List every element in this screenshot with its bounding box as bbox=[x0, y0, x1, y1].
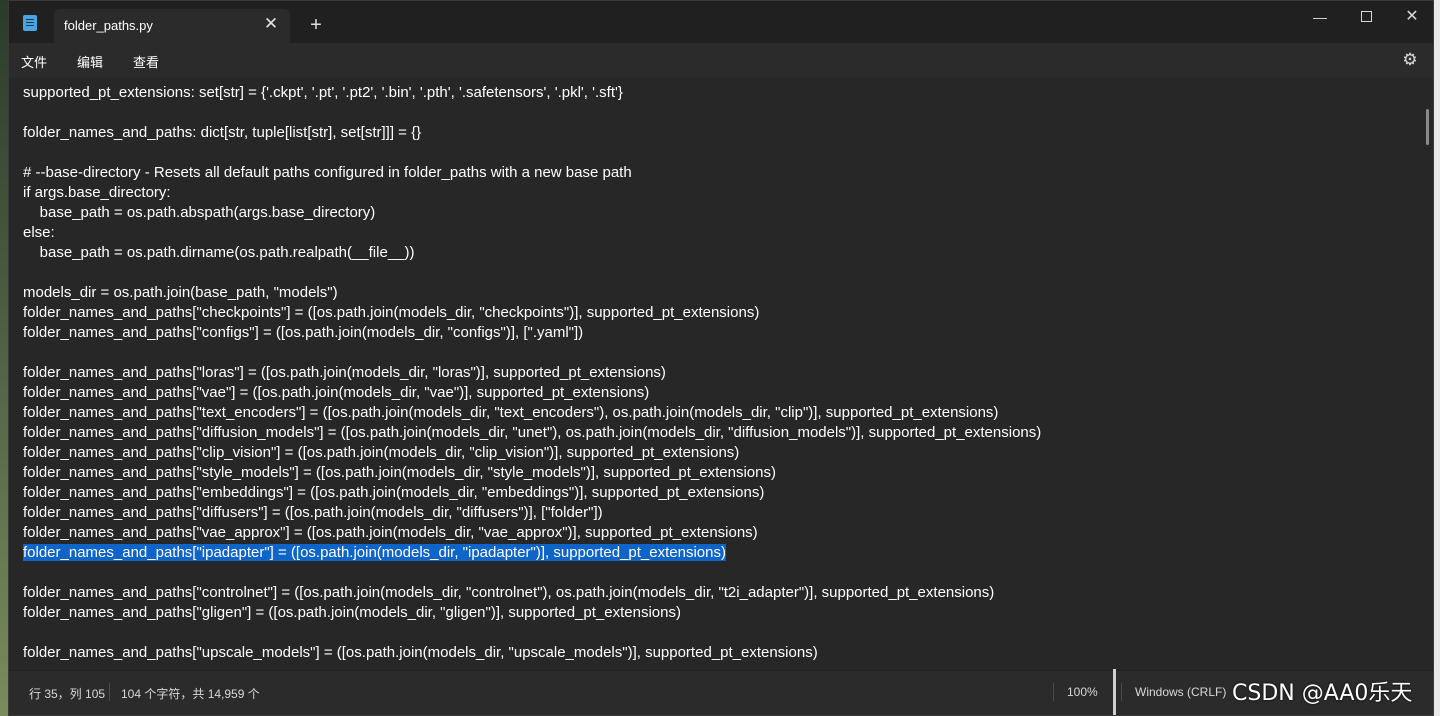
code-line-text: base_path = os.path.abspath(args.base_di… bbox=[23, 204, 376, 221]
code-line[interactable]: folder_names_and_paths["text_encoders"] … bbox=[23, 403, 1413, 423]
code-line-text: folder_names_and_paths["loras"] = ([os.p… bbox=[23, 364, 666, 381]
watermark: CSDN @AA0乐天 bbox=[1232, 681, 1413, 706]
code-line[interactable]: folder_names_and_paths["vae"] = ([os.pat… bbox=[23, 383, 1413, 403]
menu-view[interactable]: 查看 bbox=[133, 52, 159, 71]
code-line[interactable]: folder_names_and_paths["loras"] = ([os.p… bbox=[23, 363, 1413, 383]
code-line[interactable]: folder_names_and_paths["embeddings"] = (… bbox=[23, 483, 1413, 503]
code-line[interactable]: folder_names_and_paths["checkpoints"] = … bbox=[23, 303, 1413, 323]
code-line-text: folder_names_and_paths["text_encoders"] … bbox=[23, 404, 999, 421]
divider bbox=[1121, 683, 1122, 701]
code-line-text: folder_names_and_paths["ipadapter"] = ([… bbox=[23, 544, 726, 561]
close-window-button[interactable]: ✕ bbox=[1397, 7, 1427, 27]
code-line[interactable]: if args.base_directory: bbox=[23, 183, 1413, 203]
code-line-text: folder_names_and_paths["upscale_models"]… bbox=[23, 644, 818, 661]
code-line[interactable]: folder_names_and_paths: dict[str, tuple[… bbox=[23, 123, 1413, 143]
code-line-text: folder_names_and_paths: dict[str, tuple[… bbox=[23, 124, 422, 141]
code-line[interactable]: base_path = os.path.dirname(os.path.real… bbox=[23, 243, 1413, 263]
code-line[interactable] bbox=[23, 343, 1413, 363]
code-line[interactable] bbox=[23, 143, 1413, 163]
code-line-text: folder_names_and_paths["vae"] = ([os.pat… bbox=[23, 384, 650, 401]
code-line[interactable]: models_dir = os.path.join(base_path, "mo… bbox=[23, 283, 1413, 303]
text-editor[interactable]: supported_pt_extensions: set[str] = {'.c… bbox=[9, 77, 1433, 673]
menu-file[interactable]: 文件 bbox=[21, 52, 47, 71]
maximize-icon bbox=[1360, 11, 1372, 22]
code-line[interactable] bbox=[23, 623, 1413, 643]
notepad-window: folder_paths.py ✕ + — ✕ 文件 编辑 查看 ⚙ suppo… bbox=[8, 0, 1434, 716]
new-tab-button[interactable]: + bbox=[307, 15, 325, 35]
code-line[interactable]: folder_names_and_paths["diffusers"] = ([… bbox=[23, 503, 1413, 523]
code-line-text: models_dir = os.path.join(base_path, "mo… bbox=[23, 284, 338, 301]
code-line-text: else: bbox=[23, 224, 55, 241]
code-line[interactable]: else: bbox=[23, 223, 1413, 243]
code-line[interactable]: folder_names_and_paths["configs"] = ([os… bbox=[23, 323, 1413, 343]
code-line[interactable]: base_path = os.path.abspath(args.base_di… bbox=[23, 203, 1413, 223]
status-bar: 行 35，列 105 104 个字符，共 14,959 个 100% Windo… bbox=[9, 669, 1433, 715]
code-line[interactable]: folder_names_and_paths["upscale_models"]… bbox=[23, 643, 1413, 663]
cursor-position: 行 35，列 105 bbox=[29, 687, 106, 701]
divider bbox=[109, 683, 110, 701]
code-line-text: folder_names_and_paths["configs"] = ([os… bbox=[23, 324, 584, 341]
vertical-scrollbar[interactable] bbox=[1426, 109, 1429, 145]
code-line[interactable] bbox=[23, 263, 1413, 283]
code-line[interactable]: folder_names_and_paths["clip_vision"] = … bbox=[23, 443, 1413, 463]
code-line[interactable] bbox=[23, 103, 1413, 123]
notepad-app-icon bbox=[23, 15, 37, 31]
code-line-text: folder_names_and_paths["diffusion_models… bbox=[23, 424, 1042, 441]
code-line-text: folder_names_and_paths["checkpoints"] = … bbox=[23, 304, 760, 321]
code-line[interactable]: folder_names_and_paths["style_models"] =… bbox=[23, 463, 1413, 483]
code-line-text: folder_names_and_paths["vae_approx"] = (… bbox=[23, 524, 758, 541]
code-line[interactable]: supported_pt_extensions: set[str] = {'.c… bbox=[23, 83, 1413, 103]
code-line[interactable]: folder_names_and_paths["gligen"] = ([os.… bbox=[23, 603, 1413, 623]
desktop-background bbox=[0, 0, 8, 716]
close-icon[interactable]: ✕ bbox=[262, 15, 280, 33]
code-line-text: base_path = os.path.dirname(os.path.real… bbox=[23, 244, 415, 261]
code-line[interactable]: folder_names_and_paths["vae_approx"] = (… bbox=[23, 523, 1413, 543]
code-line-text: folder_names_and_paths["gligen"] = ([os.… bbox=[23, 604, 681, 621]
code-line-text: supported_pt_extensions: set[str] = {'.c… bbox=[23, 84, 623, 101]
code-line-text: folder_names_and_paths["style_models"] =… bbox=[23, 464, 776, 481]
char-count: 104 个字符，共 14,959 个 bbox=[121, 687, 260, 701]
code-line-text: folder_names_and_paths["controlnet"] = (… bbox=[23, 584, 995, 601]
title-bar: folder_paths.py ✕ + — ✕ bbox=[9, 1, 1433, 43]
tab-folder-paths[interactable]: folder_paths.py ✕ bbox=[54, 9, 290, 43]
code-line[interactable]: folder_names_and_paths["controlnet"] = (… bbox=[23, 583, 1413, 603]
horizontal-scrollbar[interactable] bbox=[1113, 669, 1116, 715]
gear-icon[interactable]: ⚙ bbox=[1401, 51, 1419, 69]
code-line-text: # --base-directory - Resets all default … bbox=[23, 164, 632, 181]
divider bbox=[1053, 683, 1054, 701]
code-line[interactable]: # --base-directory - Resets all default … bbox=[23, 163, 1413, 183]
code-content[interactable]: supported_pt_extensions: set[str] = {'.c… bbox=[23, 83, 1413, 663]
code-line-text: folder_names_and_paths["clip_vision"] = … bbox=[23, 444, 740, 461]
code-line[interactable]: folder_names_and_paths["ipadapter"] = ([… bbox=[23, 543, 1413, 563]
menu-bar: 文件 编辑 查看 ⚙ bbox=[9, 43, 1433, 77]
code-line-text: folder_names_and_paths["diffusers"] = ([… bbox=[23, 504, 603, 521]
code-line[interactable] bbox=[23, 563, 1413, 583]
maximize-button[interactable] bbox=[1351, 7, 1381, 27]
minimize-button[interactable]: — bbox=[1305, 7, 1335, 27]
code-line-text: folder_names_and_paths["embeddings"] = (… bbox=[23, 484, 765, 501]
line-ending[interactable]: Windows (CRLF) bbox=[1135, 685, 1226, 699]
code-line[interactable]: folder_names_and_paths["diffusion_models… bbox=[23, 423, 1413, 443]
zoom-level[interactable]: 100% bbox=[1067, 685, 1098, 699]
menu-edit[interactable]: 编辑 bbox=[77, 52, 103, 71]
tab-title: folder_paths.py bbox=[64, 18, 153, 33]
code-line-text: if args.base_directory: bbox=[23, 184, 171, 201]
